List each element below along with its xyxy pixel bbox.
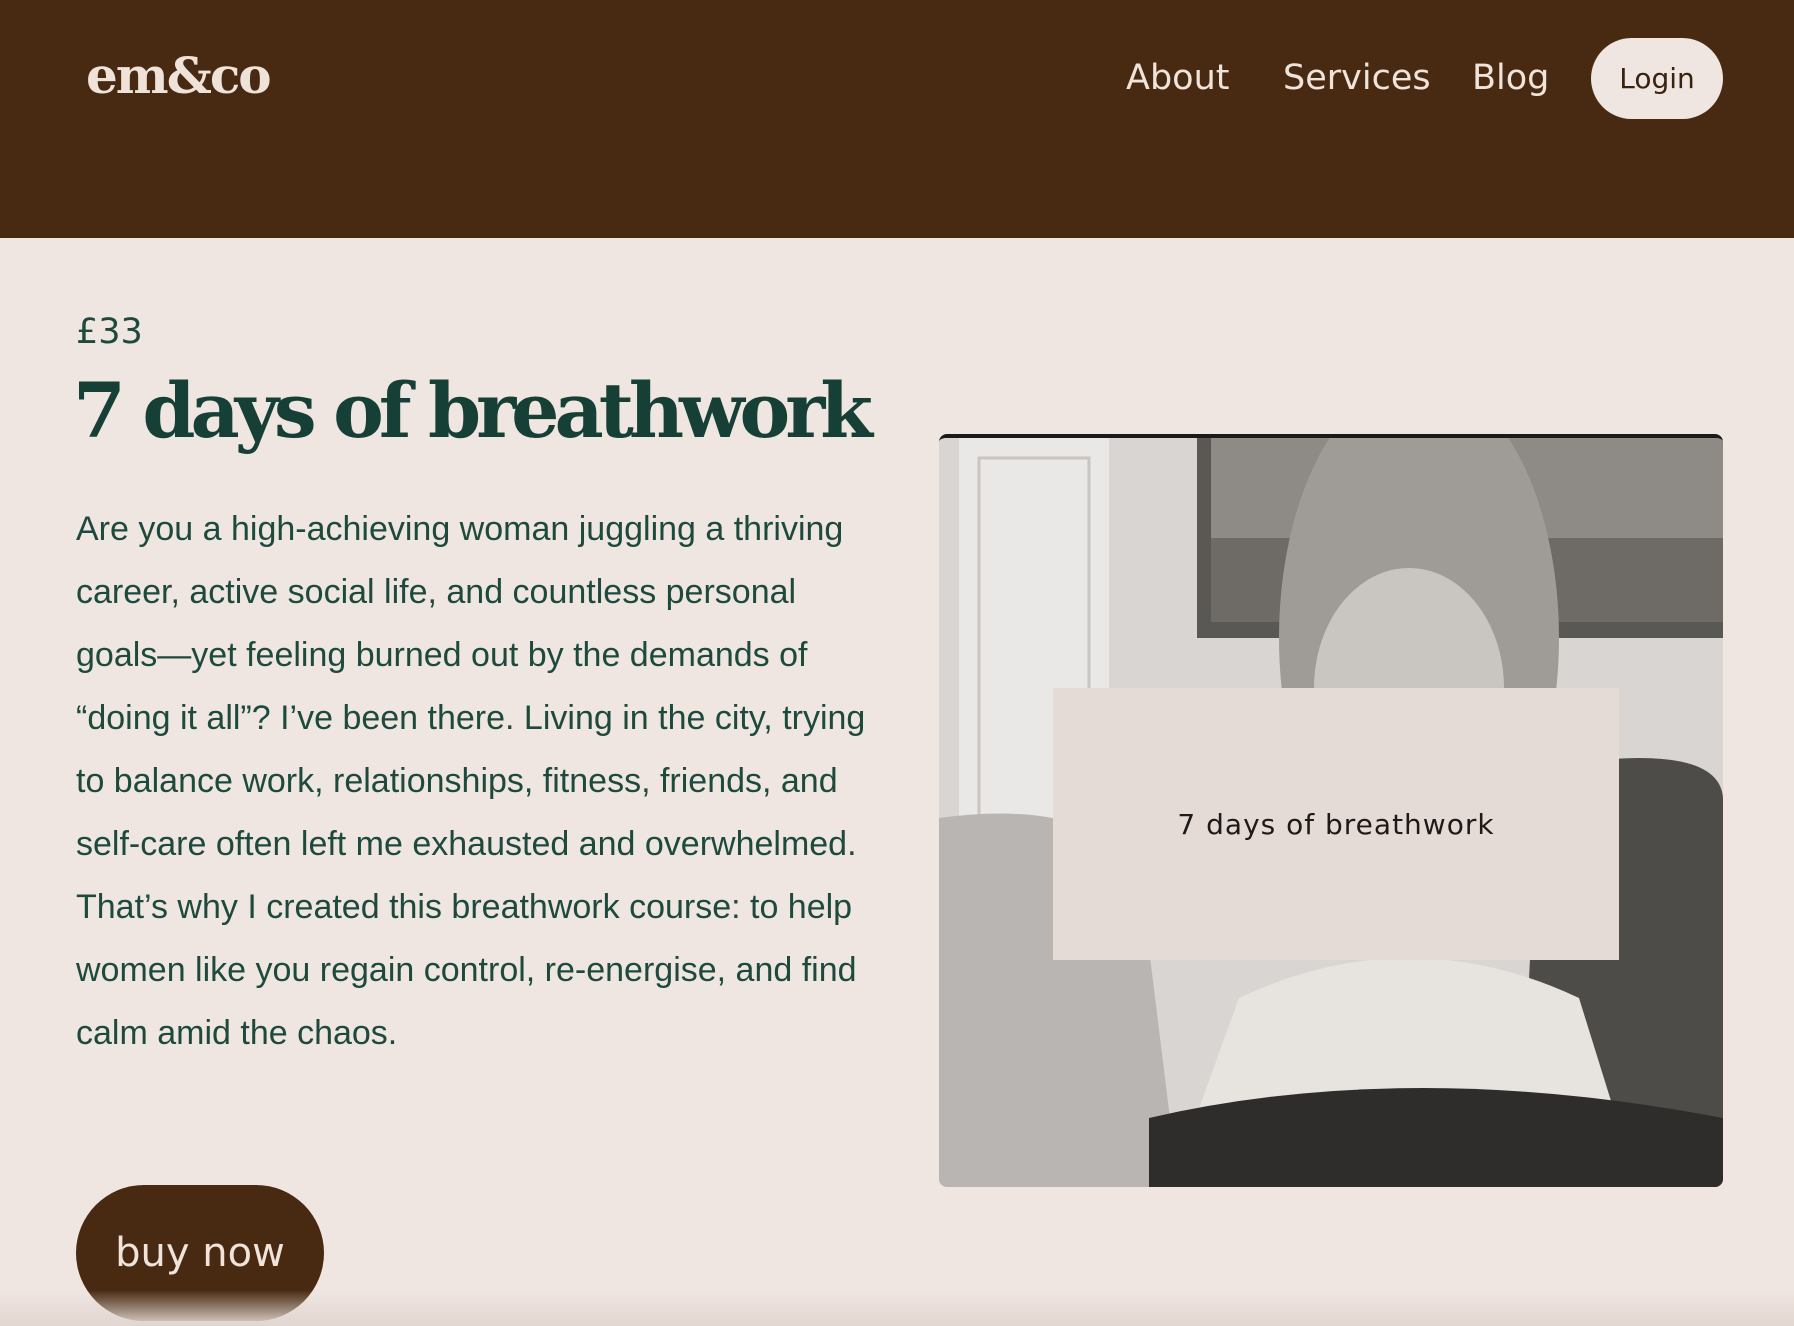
nav-link-blog[interactable]: Blog	[1472, 58, 1549, 98]
login-button[interactable]: Login	[1591, 38, 1723, 119]
video-card-title: 7 days of breathwork	[1177, 807, 1495, 841]
nav-link-about[interactable]: About	[1126, 58, 1229, 98]
logo[interactable]: em&co	[86, 46, 272, 105]
video-thumbnail[interactable]: 7 days of breathwork	[939, 434, 1723, 1187]
nav-link-services[interactable]: Services	[1283, 58, 1431, 98]
product-description: Are you a high-achieving woman juggling …	[76, 510, 866, 1052]
price: £33	[76, 312, 143, 352]
bottom-fade	[0, 1290, 1794, 1326]
site-header: em&co About Services Blog Login	[0, 0, 1794, 238]
page-title: 7 days of breathwork	[73, 366, 873, 455]
video-title-card: 7 days of breathwork	[1053, 688, 1619, 960]
